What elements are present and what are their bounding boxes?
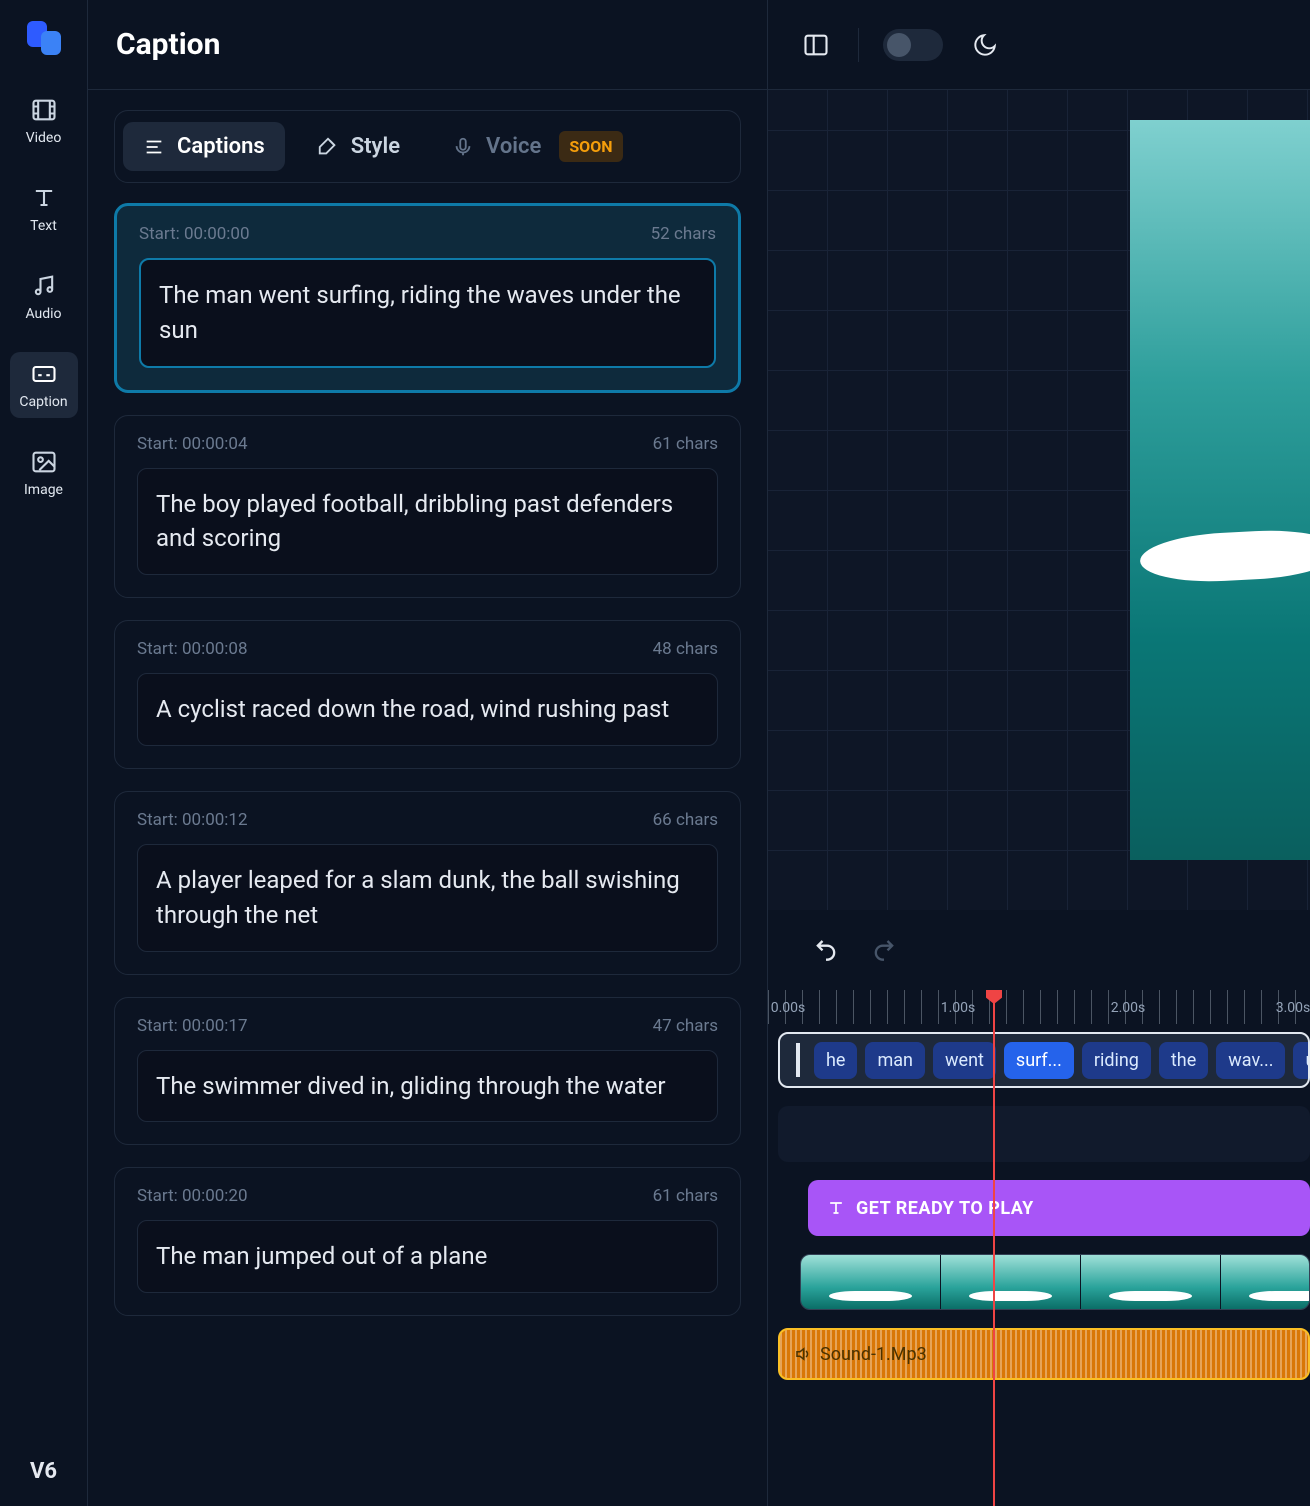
caption-chars: 61 chars (653, 1186, 718, 1206)
caption-track-clip[interactable]: hemanwentsurf...ridingthewav... under (778, 1032, 1310, 1088)
caption-text-box[interactable]: The man jumped out of a plane (137, 1220, 718, 1293)
caption-start: Start: 00:00:20 (137, 1186, 248, 1206)
caption-chars: 61 chars (653, 434, 718, 454)
sidebar-item-video[interactable]: Video (10, 88, 78, 154)
caption-text-box[interactable]: The swimmer dived in, gliding through th… (137, 1050, 718, 1123)
sidebar-item-label: Audio (25, 306, 61, 322)
caption-text-box[interactable]: A player leaped for a slam dunk, the bal… (137, 844, 718, 952)
preview-canvas[interactable] (768, 90, 1310, 910)
caption-word-chip[interactable]: the (1159, 1042, 1208, 1079)
text-overlay-label: GET READY TO PLAY (856, 1198, 1034, 1219)
sidebar-item-label: Image (24, 482, 63, 498)
tab-label: Style (351, 134, 400, 159)
timeline-ruler[interactable]: 0.00s 1.00s 2.00s 3.00s (768, 990, 1310, 1024)
caption-text: The boy played football, dribbling past … (156, 487, 699, 557)
speaker-icon (794, 1345, 812, 1363)
text-icon (826, 1198, 846, 1218)
caption-panel: Caption Captions Style Voice SOON (88, 0, 768, 1506)
ruler-tick-label: 0.00s (771, 1000, 806, 1016)
sidebar-item-image[interactable]: Image (10, 440, 78, 506)
tab-voice: Voice SOON (432, 119, 642, 174)
caption-word-chip[interactable]: surf... (1004, 1042, 1074, 1079)
layout-toggle-icon[interactable] (798, 27, 834, 63)
ruler-tick-label: 1.00s (941, 1000, 976, 1016)
audio-clip-label: Sound-1.Mp3 (820, 1344, 927, 1365)
caption-text: A player leaped for a slam dunk, the bal… (156, 863, 699, 933)
tab-captions[interactable]: Captions (123, 122, 285, 171)
sidebar: Video Text Audio Caption Image V6 (0, 0, 88, 1506)
ruler-tick-label: 3.00s (1276, 1000, 1310, 1016)
theme-toggle[interactable] (883, 29, 943, 61)
playhead[interactable] (993, 990, 995, 1506)
caption-card[interactable]: Start: 00:00:17 47 chars The swimmer div… (114, 997, 741, 1146)
sidebar-item-label: Video (26, 130, 62, 146)
caption-start: Start: 00:00:00 (139, 224, 250, 244)
caption-text-box[interactable]: The man went surfing, riding the waves u… (139, 258, 716, 368)
sidebar-item-caption[interactable]: Caption (10, 352, 78, 418)
caption-chars: 52 chars (651, 224, 716, 244)
caption-card[interactable]: Start: 00:00:00 52 chars The man went su… (114, 203, 741, 393)
empty-track[interactable] (778, 1106, 1310, 1162)
caption-word-chip[interactable]: went (933, 1042, 996, 1079)
sidebar-item-text[interactable]: Text (10, 176, 78, 242)
caption-card[interactable]: Start: 00:00:04 61 chars The boy played … (114, 415, 741, 599)
caption-chars: 66 chars (653, 810, 718, 830)
video-track-clip[interactable] (800, 1254, 1310, 1310)
tabbar: Captions Style Voice SOON (114, 110, 741, 183)
caption-word-chip[interactable]: wav... (1216, 1042, 1285, 1079)
ruler-tick-label: 2.00s (1111, 1000, 1146, 1016)
caption-text: The swimmer dived in, gliding through th… (156, 1069, 699, 1104)
caption-text: The man went surfing, riding the waves u… (159, 278, 696, 348)
text-overlay-clip[interactable]: GET READY TO PLAY (808, 1180, 1310, 1236)
sidebar-item-label: Caption (19, 394, 67, 410)
caption-card[interactable]: Start: 00:00:08 48 chars A cyclist raced… (114, 620, 741, 769)
tab-label: Voice (486, 134, 541, 159)
undo-button[interactable] (812, 934, 840, 966)
tab-label: Captions (177, 134, 265, 159)
caption-chars: 47 chars (653, 1016, 718, 1036)
caption-text: A cyclist raced down the road, wind rush… (156, 692, 699, 727)
moon-icon[interactable] (967, 27, 1003, 63)
right-area: 0.00s 1.00s 2.00s 3.00s hemanwentsurf...rid… (768, 0, 1310, 1506)
caption-start: Start: 00:00:17 (137, 1016, 248, 1036)
version-label: V6 (30, 1459, 57, 1484)
redo-button (870, 934, 898, 966)
preview-video-frame (1130, 120, 1310, 860)
caption-card[interactable]: Start: 00:00:20 61 chars The man jumped … (114, 1167, 741, 1316)
clip-grip-icon[interactable] (796, 1043, 800, 1077)
caption-word-chip[interactable]: man (865, 1042, 925, 1079)
tab-style[interactable]: Style (297, 122, 420, 171)
caption-start: Start: 00:00:08 (137, 639, 248, 659)
sidebar-item-audio[interactable]: Audio (10, 264, 78, 330)
caption-word-chip[interactable]: riding (1082, 1042, 1151, 1079)
audio-track-clip[interactable]: Sound-1.Mp3 (778, 1328, 1310, 1380)
caption-start: Start: 00:00:12 (137, 810, 248, 830)
app-logo (24, 18, 64, 58)
timeline[interactable]: 0.00s 1.00s 2.00s 3.00s hemanwentsurf...rid… (768, 990, 1310, 1506)
caption-text-box[interactable]: The boy played football, dribbling past … (137, 468, 718, 576)
caption-card[interactable]: Start: 00:00:12 66 chars A player leaped… (114, 791, 741, 975)
caption-text-box[interactable]: A cyclist raced down the road, wind rush… (137, 673, 718, 746)
caption-word-chip[interactable]: he (814, 1042, 857, 1079)
divider (858, 28, 859, 62)
caption-word-chip[interactable]: under (1293, 1042, 1310, 1079)
sidebar-item-label: Text (30, 218, 57, 234)
caption-start: Start: 00:00:04 (137, 434, 248, 454)
soon-badge: SOON (559, 131, 622, 162)
page-title: Caption (116, 27, 220, 62)
caption-chars: 48 chars (653, 639, 718, 659)
caption-text: The man jumped out of a plane (156, 1239, 699, 1274)
